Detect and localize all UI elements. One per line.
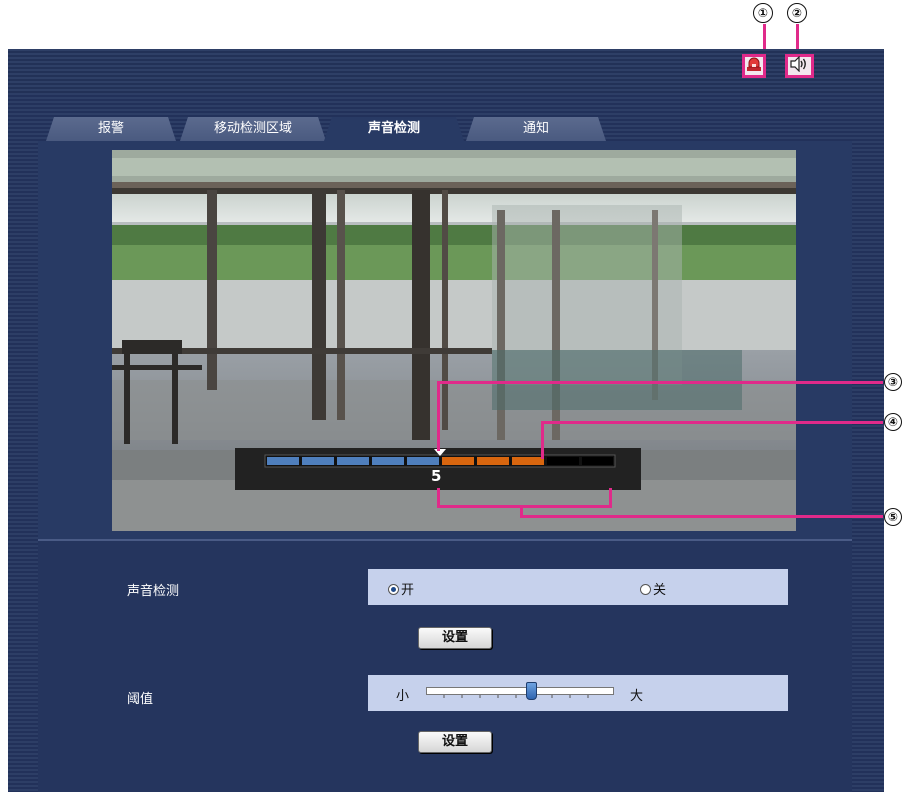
slider-thumb[interactable]: [526, 682, 537, 700]
sound-level-meter: 5: [235, 448, 641, 490]
top-bar: [8, 49, 884, 93]
alarm-status-button[interactable]: [742, 54, 766, 78]
set-button-sound-detection[interactable]: 设置: [418, 627, 492, 649]
level-segment-3: [337, 457, 369, 465]
radio-on-indicator: [388, 584, 399, 595]
radio-off-indicator: [640, 584, 651, 595]
tab-alarm[interactable]: 报警: [46, 117, 176, 141]
level-segment-6: [442, 457, 474, 465]
callout-3: ③: [884, 373, 902, 391]
tab-notification[interactable]: 通知: [466, 117, 606, 141]
callout-line-5: [520, 515, 883, 518]
radio-on[interactable]: 开: [388, 579, 414, 598]
sound-detection-field: 开 关: [368, 569, 788, 605]
level-segment-5: [407, 457, 439, 465]
callout-line-3: [437, 381, 883, 384]
tab-motion-area[interactable]: 移动检测区域: [180, 117, 326, 141]
callout-4: ④: [884, 413, 902, 431]
section-divider: [38, 539, 852, 541]
sound-detection-label: 声音检测: [127, 584, 180, 599]
threshold-label: 阈值: [127, 692, 154, 707]
level-segment-2: [302, 457, 334, 465]
threshold-slider[interactable]: [426, 682, 614, 700]
speaker-icon: [789, 55, 810, 76]
threshold-field: 小 大: [368, 675, 788, 711]
threshold-min-label: 小: [396, 689, 410, 704]
threshold-max-label: 大: [630, 689, 644, 704]
level-segment-1: [267, 457, 299, 465]
level-segment-8: [512, 457, 544, 465]
radio-off[interactable]: 关: [640, 579, 666, 598]
callout-1: ①: [753, 3, 773, 23]
level-segment-4: [372, 457, 404, 465]
callout-5: ⑤: [884, 508, 902, 526]
level-value: 5: [431, 467, 442, 485]
callout-line-4: [541, 421, 883, 424]
tab-sound-detection[interactable]: 声音检测: [324, 117, 464, 141]
level-segment-7: [477, 457, 509, 465]
set-button-threshold[interactable]: 设置: [418, 731, 492, 753]
callout-2: ②: [787, 3, 807, 23]
audio-button[interactable]: [785, 54, 814, 78]
alarm-icon: [746, 56, 762, 76]
level-segment-10: [582, 457, 613, 465]
level-segment-9: [547, 457, 579, 465]
slider-ticks: [443, 695, 589, 698]
